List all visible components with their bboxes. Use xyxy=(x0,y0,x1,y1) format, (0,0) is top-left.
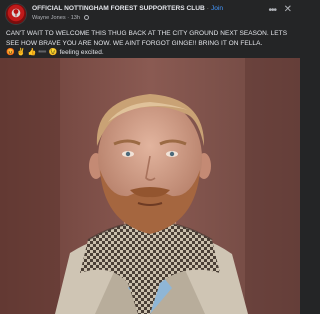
post-emojis: 😡 ✌️ 👍 ➖ xyxy=(6,49,48,57)
group-title-line: OFFICIAL NOTTINGHAM FOREST SUPPORTERS CL… xyxy=(32,5,223,12)
tree-crest-icon xyxy=(13,9,19,17)
title-separator: · xyxy=(206,5,209,12)
feeling-text: feeling excited. xyxy=(59,49,104,57)
author-name[interactable]: Wayne Jones xyxy=(32,15,66,21)
post-time[interactable]: 13h xyxy=(71,15,80,21)
globe-icon xyxy=(83,15,89,20)
more-options-icon[interactable]: ••• xyxy=(268,6,276,16)
photo-illustration xyxy=(0,58,300,314)
post-body: CAN'T WAIT TO WELCOME THIS THUG BACK AT … xyxy=(6,30,288,47)
post-photo[interactable] xyxy=(0,58,300,314)
post-text: CAN'T WAIT TO WELCOME THIS THUG BACK AT … xyxy=(6,29,296,58)
feeling-emoji: 😉 xyxy=(48,49,58,57)
post-meta: Wayne Jones · 13h xyxy=(32,15,89,21)
join-button[interactable]: Join xyxy=(211,5,223,12)
close-icon[interactable]: ✕ xyxy=(284,5,292,15)
group-name-link[interactable]: OFFICIAL NOTTINGHAM FOREST SUPPORTERS CL… xyxy=(32,5,205,12)
meta-separator: · xyxy=(67,15,70,21)
group-avatar[interactable] xyxy=(6,4,26,24)
post-header: OFFICIAL NOTTINGHAM FOREST SUPPORTERS CL… xyxy=(6,4,294,26)
facebook-post: OFFICIAL NOTTINGHAM FOREST SUPPORTERS CL… xyxy=(0,0,300,314)
